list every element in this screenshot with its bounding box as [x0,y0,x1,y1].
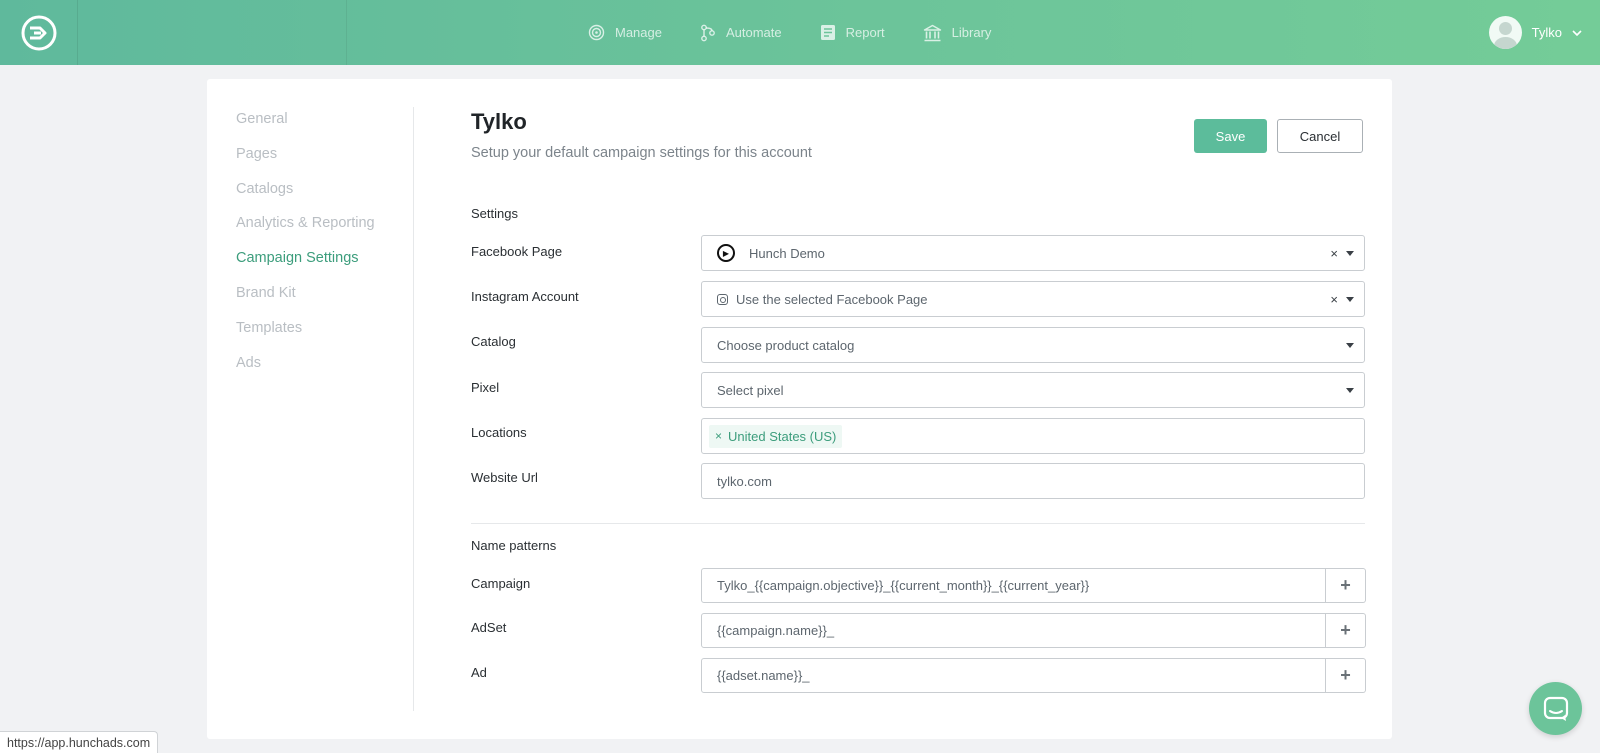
target-icon [588,24,605,41]
ad-add-variable-button[interactable]: + [1326,658,1366,693]
nav-manage-label: Manage [615,25,662,40]
navbar-divider [346,0,347,65]
ad-pattern-label: Ad [471,665,487,680]
page-avatar-icon: ▶ [717,244,735,262]
plus-icon: + [1340,665,1351,685]
sidebar-item-pages[interactable]: Pages [236,146,277,162]
sidebar-item-brand-kit[interactable]: Brand Kit [236,285,296,301]
instagram-account-select[interactable]: Use the selected Facebook Page × [701,281,1365,317]
adset-pattern-label: AdSet [471,620,507,635]
main-nav: Manage Automate Report Library [588,0,991,65]
plus-icon: + [1340,620,1351,640]
user-menu[interactable]: Tylko [1488,0,1582,65]
adset-add-variable-button[interactable]: + [1326,613,1366,648]
campaign-pattern-label: Campaign [471,576,531,591]
select-controls [1346,373,1354,407]
facebook-page-select[interactable]: ▶ Hunch Demo × [701,235,1365,271]
sidebar-item-templates[interactable]: Templates [236,320,302,336]
website-url-input[interactable]: tylko.com [701,463,1365,499]
sidebar-divider [413,107,414,711]
name-patterns-section-label: Name patterns [471,538,557,553]
nav-automate-label: Automate [725,25,782,40]
top-navbar: Manage Automate Report Library Tylko [0,0,1600,65]
report-icon [820,25,835,40]
adset-pattern-input[interactable]: {{campaign.name}}_ [701,613,1326,648]
location-tag-label: United States (US) [728,428,837,444]
website-url-label: Website Url [471,470,538,485]
facebook-page-label: Facebook Page [471,244,563,259]
sidebar-item-campaign-settings[interactable]: Campaign Settings [236,250,359,266]
ad-pattern-value: {{adset.name}}_ [717,668,810,683]
nav-library-label: Library [951,25,992,40]
automate-icon [701,24,715,41]
settings-section-label: Settings [471,206,518,221]
app-logo[interactable] [0,0,78,65]
ad-pattern-input[interactable]: {{adset.name}}_ [701,658,1326,693]
nav-report-label: Report [845,25,885,40]
nav-report[interactable]: Report [820,24,885,41]
location-tag: × United States (US) [709,424,843,448]
instagram-account-label: Instagram Account [471,289,579,304]
sidebar-item-catalogs[interactable]: Catalogs [236,181,293,197]
select-controls [1346,328,1354,362]
library-icon [923,24,941,41]
plus-icon: + [1340,575,1351,595]
website-url-value: tylko.com [717,473,772,489]
sidebar-item-general[interactable]: General [236,111,288,127]
campaign-pattern-input[interactable]: Tylko_{{campaign.objective}}_{{current_m… [701,568,1326,603]
cancel-button[interactable]: Cancel [1277,119,1363,153]
nav-manage[interactable]: Manage [588,24,662,41]
save-button[interactable]: Save [1194,119,1267,153]
clear-icon[interactable]: × [1330,246,1338,261]
catalog-select[interactable]: Choose product catalog [701,327,1365,363]
user-name: Tylko [1531,25,1562,40]
caret-down-icon[interactable] [1346,387,1354,393]
adset-pattern-value: {{campaign.name}}_ [717,623,835,638]
catalog-placeholder: Choose product catalog [717,337,855,353]
caret-down-icon[interactable] [1346,250,1354,256]
chat-launcher-button[interactable] [1529,682,1582,735]
hunch-logo-icon [21,15,56,50]
pixel-select[interactable]: Select pixel [701,372,1365,408]
instagram-account-value: Use the selected Facebook Page [736,291,928,307]
sidebar-item-analytics-reporting[interactable]: Analytics & Reporting [236,215,375,231]
pixel-label: Pixel [471,380,500,395]
avatar [1488,16,1522,49]
nav-library[interactable]: Library [923,24,992,42]
nav-automate[interactable]: Automate [700,24,782,42]
caret-down-icon[interactable] [1346,296,1354,302]
page-subtitle: Setup your default campaign settings for… [471,145,812,161]
status-url: https://app.hunchads.com [0,731,159,753]
chat-icon [1543,696,1568,721]
page-title: Tylko [471,109,527,134]
facebook-page-value: Hunch Demo [749,245,825,261]
settings-card: General Pages Catalogs Analytics & Repor… [207,79,1392,739]
campaign-add-variable-button[interactable]: + [1326,568,1366,603]
chevron-down-icon [1572,29,1582,36]
instagram-icon [717,293,728,305]
catalog-label: Catalog [471,334,516,349]
select-controls: × [1330,282,1354,316]
sidebar-item-ads[interactable]: Ads [236,355,261,371]
remove-tag-icon[interactable]: × [715,429,722,443]
section-divider [471,523,1365,524]
locations-input[interactable]: × United States (US) [701,418,1365,454]
locations-label: Locations [471,425,527,440]
caret-down-icon[interactable] [1346,342,1354,348]
select-controls: × [1330,236,1354,270]
pixel-placeholder: Select pixel [717,382,784,398]
clear-icon[interactable]: × [1330,292,1338,307]
campaign-pattern-value: Tylko_{{campaign.objective}}_{{current_m… [717,578,1090,593]
